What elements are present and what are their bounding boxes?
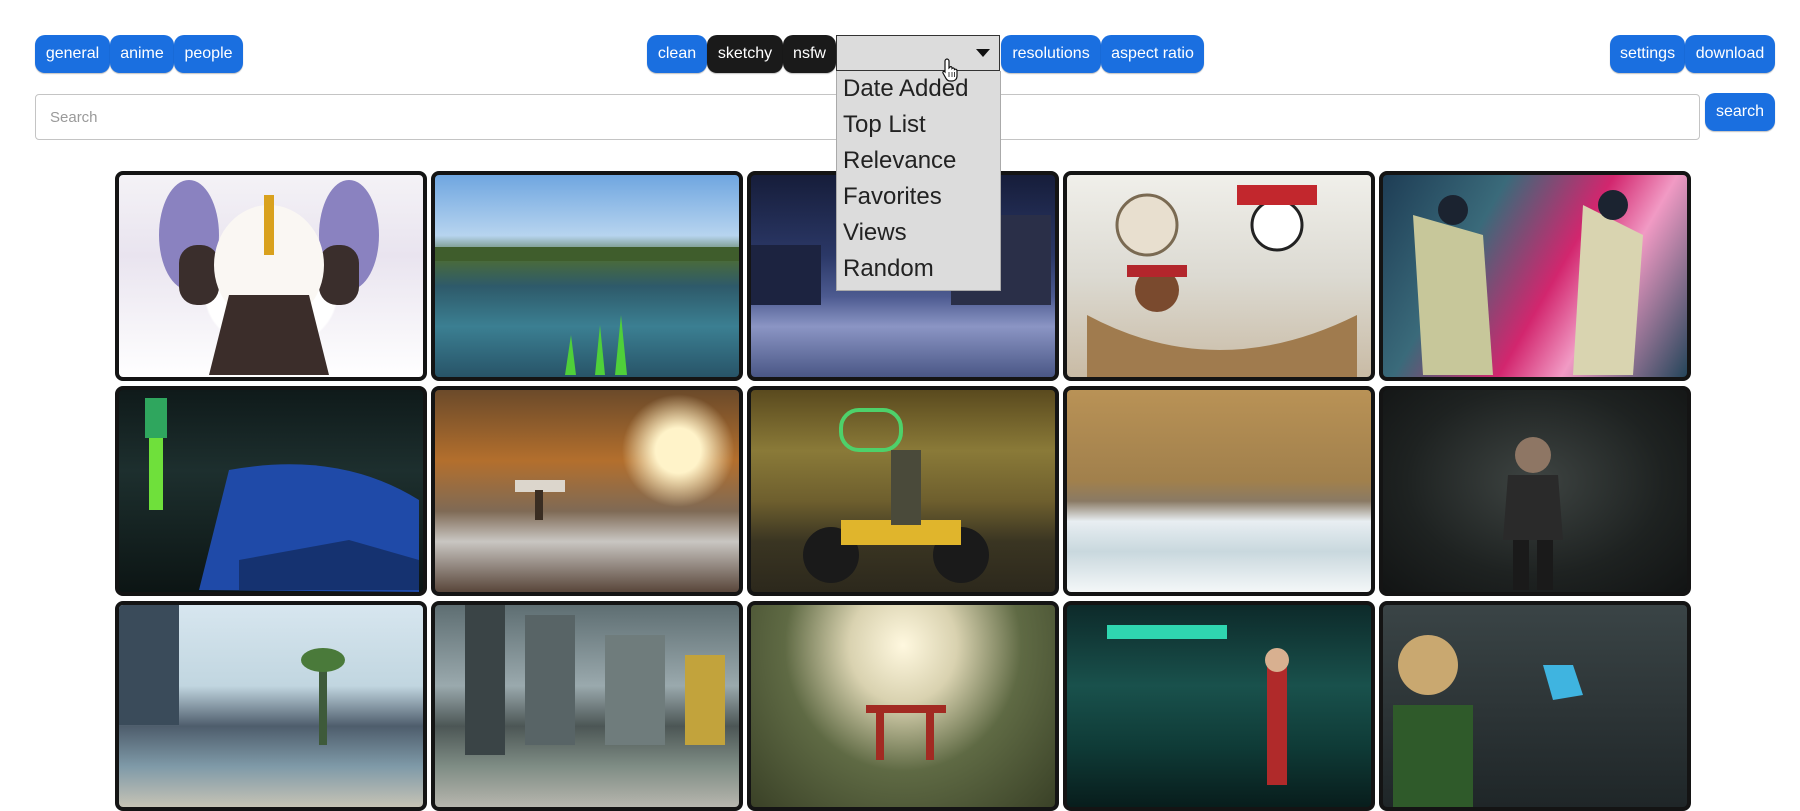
search-button[interactable]: search [1705,93,1775,131]
wallpaper-thumbnail[interactable] [1379,171,1691,381]
purity-sketchy-button[interactable]: sketchy [707,35,783,73]
sort-option-views[interactable]: Views [837,215,1000,251]
purity-clean-button[interactable]: clean [647,35,707,73]
sort-option-top-list[interactable]: Top List [837,107,1000,143]
sort-option-relevance[interactable]: Relevance [837,143,1000,179]
wallpaper-thumbnail[interactable] [1063,601,1375,811]
sort-select[interactable] [836,35,1000,71]
settings-button[interactable]: settings [1610,35,1685,73]
sort-option-favorites[interactable]: Favorites [837,179,1000,215]
sort-option-date-added[interactable]: Date Added [837,71,1000,107]
hand-cursor-icon [942,58,958,82]
download-button[interactable]: download [1685,35,1775,73]
purity-nsfw-button[interactable]: nsfw [783,35,836,73]
wallpaper-thumbnail[interactable] [747,601,1059,811]
wallpaper-thumbnail[interactable] [747,386,1059,596]
wallpaper-thumbnail[interactable] [431,386,743,596]
category-general-button[interactable]: general [35,35,110,73]
wallpaper-thumbnail[interactable] [1063,386,1375,596]
resolutions-button[interactable]: resolutions [1001,35,1101,73]
aspect-ratio-button[interactable]: aspect ratio [1101,35,1204,73]
sort-option-random[interactable]: Random [837,251,1000,287]
wallpaper-thumbnail[interactable] [431,601,743,811]
wallpaper-thumbnail[interactable] [115,386,427,596]
wallpaper-thumbnail[interactable] [431,171,743,381]
wallpaper-thumbnail[interactable] [115,171,427,381]
category-people-button[interactable]: people [174,35,243,73]
wallpaper-thumbnail[interactable] [115,601,427,811]
wallpaper-thumbnail[interactable] [1379,601,1691,811]
category-anime-button[interactable]: anime [110,35,174,73]
wallpaper-thumbnail[interactable] [1379,386,1691,596]
chevron-down-icon [976,49,990,57]
wallpaper-thumbnail[interactable] [1063,171,1375,381]
sort-dropdown-menu: Date Added Top List Relevance Favorites … [836,71,1001,291]
